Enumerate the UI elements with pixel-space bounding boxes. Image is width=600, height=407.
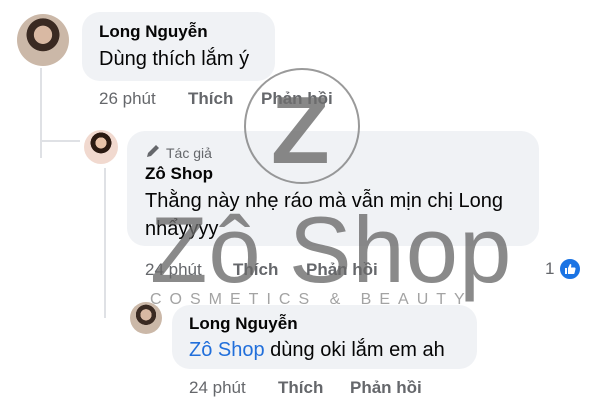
mention-link[interactable]: Zô Shop bbox=[189, 339, 265, 361]
comment-time[interactable]: 24 phút bbox=[145, 260, 202, 280]
like-button[interactable]: Thích bbox=[188, 89, 233, 109]
comment-author-name[interactable]: Long Nguyễn bbox=[99, 22, 208, 42]
reply-button[interactable]: Phản hồi bbox=[350, 378, 422, 398]
author-badge-label: Tác giả bbox=[166, 144, 212, 161]
avatar[interactable] bbox=[17, 14, 69, 66]
reaction-summary[interactable]: 1 bbox=[545, 257, 583, 281]
reaction-count: 1 bbox=[545, 259, 555, 278]
comment-text-line: Thằng này nhẹ ráo mà vẫn mịn chị Long bbox=[145, 190, 503, 212]
comment-time[interactable]: 26 phút bbox=[99, 89, 156, 109]
comment-text-body: dùng oki lắm em ah bbox=[264, 339, 445, 361]
thread-connector bbox=[40, 140, 80, 142]
thread-line-nested bbox=[104, 168, 106, 318]
avatar[interactable] bbox=[130, 302, 162, 334]
avatar[interactable] bbox=[84, 130, 118, 164]
thumbs-up-icon bbox=[558, 257, 583, 281]
like-button[interactable]: Thích bbox=[278, 378, 323, 398]
thread-line bbox=[40, 68, 42, 158]
reply-button[interactable]: Phản hồi bbox=[306, 260, 378, 280]
comment-text: Zô Shop dùng oki lắm em ah bbox=[189, 335, 445, 365]
pen-icon bbox=[145, 143, 161, 162]
author-badge: Tác giả bbox=[145, 143, 212, 162]
comment-time[interactable]: 24 phút bbox=[189, 378, 246, 398]
comment-author-name[interactable]: Long Nguyễn bbox=[189, 314, 298, 334]
comment-text-line: nhẩyyyy bbox=[145, 218, 219, 240]
like-button[interactable]: Thích bbox=[233, 260, 278, 280]
reply-button[interactable]: Phản hồi bbox=[261, 89, 333, 109]
comment-text: Dùng thích lắm ý bbox=[99, 48, 250, 70]
comment-author-name[interactable]: Zô Shop bbox=[145, 164, 213, 184]
